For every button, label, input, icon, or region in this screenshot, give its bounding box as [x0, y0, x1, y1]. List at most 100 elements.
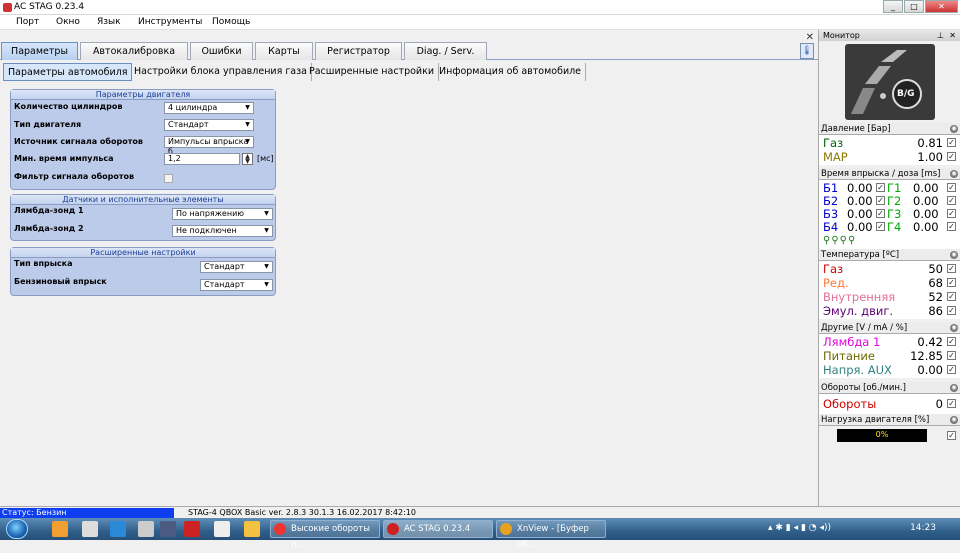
chevron-down-icon: ▼ — [264, 263, 269, 270]
advanced-panel: Расширенные настройки Тип впрыска Станда… — [10, 247, 276, 296]
folder-icon[interactable] — [244, 521, 260, 537]
lambda1-select[interactable]: По напряжению ▼ — [172, 208, 273, 220]
petrol-cyl-checkbox[interactable]: ✓ — [876, 196, 885, 205]
gas-cyl-checkbox[interactable]: ✓ — [947, 209, 956, 218]
tab-recorder[interactable]: Регистратор — [315, 42, 402, 60]
temp-reducer-checkbox[interactable]: ✓ — [947, 278, 956, 287]
menu-port[interactable]: Порт — [16, 17, 39, 27]
subtab-car-params[interactable]: Параметры автомобиля — [3, 63, 133, 81]
gas-cyl-label: Г3 — [887, 207, 902, 221]
menu-help[interactable]: Помощь — [212, 17, 250, 27]
subtab-gas-ecu[interactable]: Настройки блока управления газа — [130, 63, 312, 81]
power-checkbox[interactable]: ✓ — [947, 351, 956, 360]
gas-cyl-value: 0.00 — [913, 181, 939, 195]
menu-language[interactable]: Язык — [97, 17, 121, 27]
temperature-box: Газ 50 ✓ Ред. 68 ✓ Внутренняя 52 ✓ Эмул.… — [819, 261, 960, 319]
collapse-icon[interactable]: ◉ — [950, 416, 958, 424]
tab-errors[interactable]: Ошибки — [190, 42, 253, 60]
lambda-checkbox[interactable]: ✓ — [947, 337, 956, 346]
brand-logo: B/G — [845, 44, 935, 120]
pressure-header-text: Давление [Бар] — [821, 124, 891, 134]
close-window-button[interactable]: ✕ — [925, 0, 958, 13]
map-value: 1.00 — [917, 150, 943, 164]
main-tabs: Параметры Автокалибровка Ошибки Карты Ре… — [0, 42, 818, 60]
media-player-icon[interactable] — [52, 521, 68, 537]
windows-start-icon[interactable] — [6, 519, 28, 539]
temp-inner-value: 52 — [928, 290, 943, 304]
window-title: AC STAG 0.23.4 — [14, 2, 85, 12]
collapse-icon[interactable]: ◉ — [950, 125, 958, 133]
petrol-cyl-label: Б1 — [823, 181, 839, 195]
app-icon[interactable] — [184, 521, 200, 537]
petrol-injection-value: Стандарт — [204, 280, 245, 289]
menu-bar: Порт Окно Язык Инструменты Помощь — [0, 15, 960, 30]
min-pulse-input[interactable]: 1,2 — [164, 153, 240, 165]
collapse-icon[interactable]: ◉ — [950, 384, 958, 392]
temp-emul-label: Эмул. двиг. — [823, 304, 894, 318]
temperature-header-text: Температура [ºC] — [821, 250, 900, 260]
injection-type-select[interactable]: Стандарт ▼ — [200, 261, 273, 273]
engine-type-select[interactable]: Стандарт ▼ — [164, 119, 254, 131]
minimize-button[interactable]: _ — [883, 0, 903, 13]
gas-cyl-checkbox[interactable]: ✓ — [947, 222, 956, 231]
pin-icon[interactable]: ⊥ — [937, 30, 944, 41]
petrol-cyl-value: 0.00 — [847, 207, 873, 221]
aux-checkbox[interactable]: ✓ — [947, 365, 956, 374]
temp-inner-label: Внутренняя — [823, 290, 896, 304]
tab-parameters[interactable]: Параметры — [1, 42, 78, 60]
tab-autocalibration[interactable]: Автокалибровка — [80, 42, 188, 60]
maximize-button[interactable]: □ — [904, 0, 924, 13]
collapse-icon[interactable]: ◉ — [950, 251, 958, 259]
chevron-down-icon: ▼ — [264, 227, 269, 234]
petrol-cyl-checkbox[interactable]: ✓ — [876, 222, 885, 231]
pressure-header: Давление [Бар] ◉ — [819, 123, 960, 135]
image-viewer-icon[interactable] — [214, 521, 230, 537]
task-xnview[interactable]: XnView - [Буфер об... — [496, 520, 606, 550]
gas-cyl-checkbox[interactable]: ✓ — [947, 183, 956, 192]
close-icon[interactable]: ✕ — [949, 30, 956, 41]
rpm-checkbox[interactable]: ✓ — [947, 399, 956, 408]
temp-gas-checkbox[interactable]: ✓ — [947, 264, 956, 273]
subtab-car-info[interactable]: Информация об автомобиле — [435, 63, 587, 81]
collapse-icon[interactable]: ◉ — [950, 170, 958, 178]
lambda1-value: По напряжению — [176, 209, 244, 218]
menu-window[interactable]: Окно — [56, 17, 80, 27]
tool-icon[interactable] — [160, 521, 176, 537]
task-stag[interactable]: AC STAG 0.23.4 — [383, 520, 493, 538]
document-icon[interactable] — [110, 521, 126, 537]
gas-pressure-checkbox[interactable]: ✓ — [947, 138, 956, 147]
cylinders-value: 4 цилиндра — [168, 103, 218, 112]
pressure-box: Газ 0.81 ✓ MAP 1.00 ✓ — [819, 135, 960, 165]
petrol-injection-select[interactable]: Стандарт ▼ — [200, 279, 273, 291]
petrol-cyl-label: Б3 — [823, 207, 839, 221]
monitor-title-bar: Монитор ⊥ ✕ — [819, 30, 960, 41]
collapse-icon[interactable]: ◉ — [950, 324, 958, 332]
rpm-source-select[interactable]: Импульсы впрыска б ▼ — [164, 136, 254, 156]
task-browser[interactable]: Высокие обороты п... — [270, 520, 380, 550]
tab-maps[interactable]: Карты — [255, 42, 313, 60]
panel-title: Датчики и исполнительные элементы — [11, 195, 275, 205]
pdf-icon[interactable] — [138, 521, 154, 537]
petrol-injection-label: Бензиновый впрыск — [14, 277, 107, 286]
cylinders-select[interactable]: 4 цилиндра ▼ — [164, 102, 254, 114]
temp-inner-checkbox[interactable]: ✓ — [947, 292, 956, 301]
subtab-advanced[interactable]: Расширенные настройки — [305, 63, 440, 81]
map-checkbox[interactable]: ✓ — [947, 152, 956, 161]
rpm-filter-checkbox[interactable] — [164, 174, 173, 183]
gas-pressure-label: Газ — [823, 136, 844, 150]
spinner-arrows-icon[interactable]: ▲ ▼ — [242, 153, 253, 165]
petrol-cyl-checkbox[interactable]: ✓ — [876, 183, 885, 192]
load-header-text: Нагрузка двигателя [%] — [821, 415, 930, 425]
other-box: Лямбда 1 0.42 ✓ Питание 12.85 ✓ Напря. A… — [819, 334, 960, 378]
menu-tools[interactable]: Инструменты — [138, 17, 202, 27]
petrol-cyl-checkbox[interactable]: ✓ — [876, 209, 885, 218]
tab-diag[interactable]: Diag. / Serv. — [404, 42, 487, 60]
tray-icons[interactable]: ▴ ✱ ▮ ◂ ▮ ◔ ◂)) — [768, 523, 831, 533]
temp-emul-checkbox[interactable]: ✓ — [947, 306, 956, 315]
explorer-icon[interactable] — [82, 521, 98, 537]
gas-cyl-checkbox[interactable]: ✓ — [947, 196, 956, 205]
load-checkbox[interactable]: ✓ — [947, 431, 956, 440]
other-header-text: Другие [V / mA / %] — [821, 323, 908, 333]
lambda2-select[interactable]: Не подключен ▼ — [172, 225, 273, 237]
injection-row: Б2 0.00 ✓ Г2 0.00 ✓ — [819, 194, 960, 208]
